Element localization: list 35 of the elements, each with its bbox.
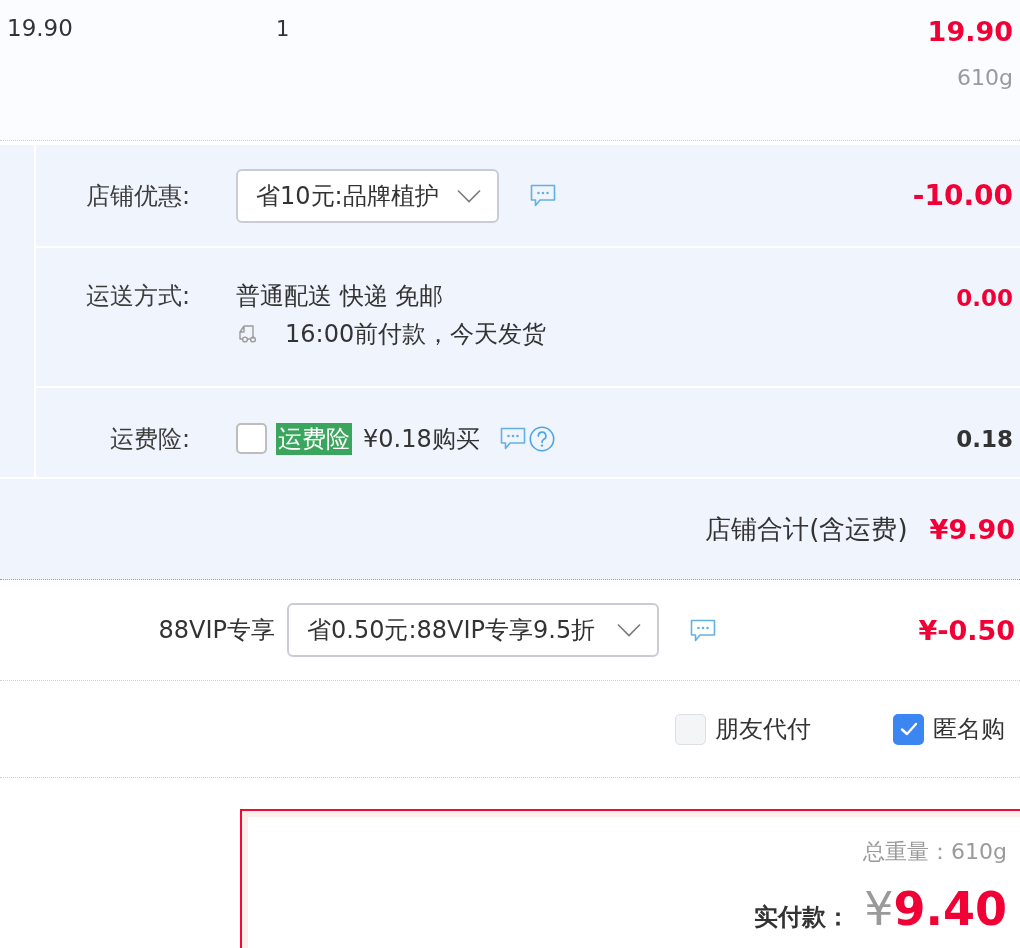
total-weight: 总重量：610g bbox=[863, 838, 1007, 866]
chat-icon[interactable] bbox=[499, 427, 526, 450]
row-label: 运费险: bbox=[108, 423, 190, 454]
currency-symbol: ¥ bbox=[864, 881, 894, 937]
vip-discount-select[interactable]: 省0.50元:88VIP专享9.5折 bbox=[287, 603, 659, 657]
row-label: 运送方式: bbox=[84, 281, 190, 311]
store-total-amount: ¥9.90 bbox=[929, 513, 1015, 545]
check-icon bbox=[899, 722, 918, 736]
row-amount: 0.18 bbox=[956, 424, 1013, 454]
chat-icon[interactable] bbox=[690, 618, 716, 642]
row-amount: -10.00 bbox=[912, 178, 1013, 213]
item-weight: 610g bbox=[957, 64, 1013, 92]
shipping-method: 普通配送 快递 免邮 bbox=[236, 281, 444, 311]
unit-price: 19.90 bbox=[7, 14, 74, 42]
insurance-tag: 运费险 bbox=[276, 422, 352, 455]
row-label: 店铺优惠: bbox=[84, 180, 190, 211]
pay-amount: 9.40 bbox=[893, 881, 1007, 937]
checkbox[interactable] bbox=[893, 713, 924, 745]
chevron-down-icon bbox=[617, 623, 641, 637]
checkbox-label[interactable]: 匿名购 bbox=[933, 713, 1005, 745]
vip-amount: ¥-0.50 bbox=[918, 614, 1015, 646]
discount-select[interactable]: 省10元:品牌植护 bbox=[236, 168, 499, 223]
insurance-price: ¥0.18购买 bbox=[363, 423, 480, 455]
vip-label: 88VIP专享 bbox=[157, 615, 275, 646]
delivery-note: 16:00前付款，今天发货 bbox=[285, 319, 547, 349]
chevron-down-icon bbox=[457, 188, 481, 203]
checkbox[interactable] bbox=[236, 423, 267, 454]
quantity: 1 bbox=[276, 16, 290, 43]
subtotal: 19.90 bbox=[927, 15, 1013, 49]
row-amount: 0.00 bbox=[956, 284, 1013, 313]
store-total-label: 店铺合计(含运费) bbox=[705, 512, 908, 546]
pay-label: 实付款： bbox=[754, 902, 851, 933]
help-icon[interactable] bbox=[528, 425, 555, 452]
chat-icon[interactable] bbox=[530, 184, 556, 207]
checkbox-label[interactable]: 朋友代付 bbox=[715, 713, 811, 745]
